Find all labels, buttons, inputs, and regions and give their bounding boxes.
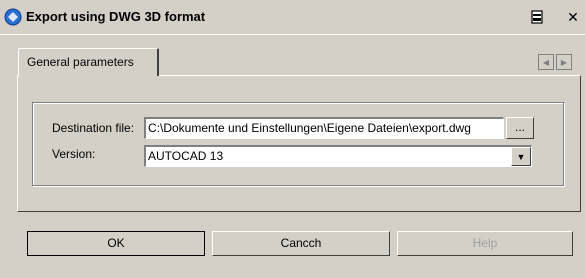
version-label: Version: [52,147,96,161]
close-icon[interactable]: ✕ [564,8,582,26]
cancel-button[interactable]: Cancch [212,231,390,256]
version-select[interactable]: AUTOCAD 13 [144,145,532,167]
version-value: AUTOCAD 13 [148,149,224,163]
parameters-group [32,102,564,186]
destination-label: Destination file: [52,121,135,135]
window-title: Export using DWG 3D format [26,9,206,24]
browse-button[interactable]: ... [506,117,534,139]
title-separator [0,34,585,35]
app-icon[interactable] [4,8,22,26]
tab-scroll-left-icon[interactable]: ◀ [538,54,554,70]
window-menu-icon[interactable] [528,8,546,26]
ok-button[interactable]: OK [27,231,205,256]
tab-general-parameters[interactable]: General parameters [18,48,159,76]
tab-scroll-right-icon[interactable]: ▶ [556,54,572,70]
tab-label: General parameters [27,55,134,69]
destination-file-input[interactable]: C:\Dokumente und Einstellungen\Eigene Da… [144,117,504,139]
title-bar: Export using DWG 3D format ✕ [0,0,585,34]
chevron-down-icon[interactable]: ▼ [511,147,531,166]
help-button: Help [397,231,573,256]
